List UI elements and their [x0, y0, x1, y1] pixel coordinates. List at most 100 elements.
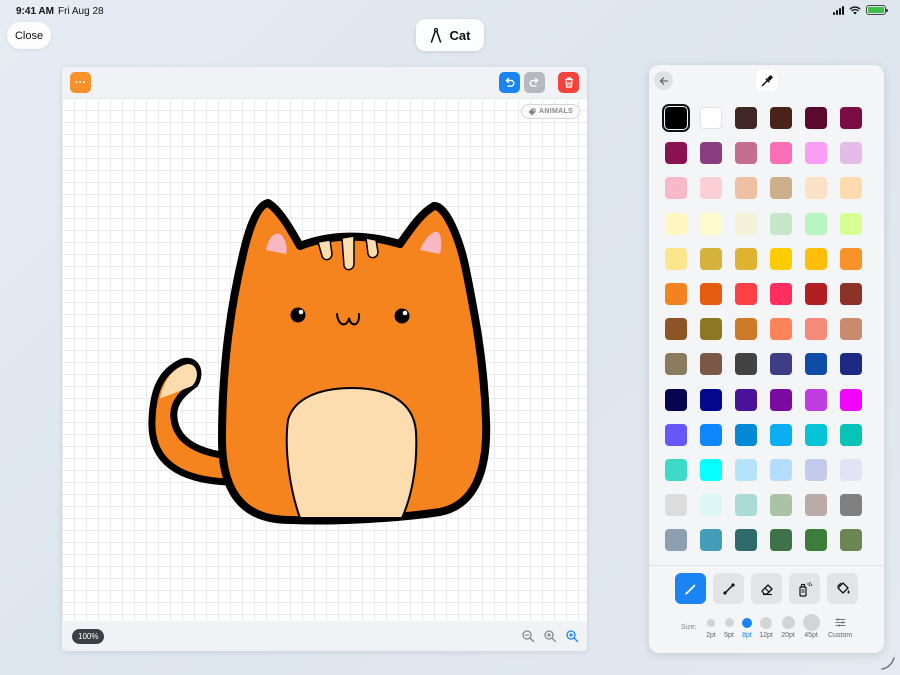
- color-swatch[interactable]: [735, 458, 757, 481]
- color-swatch[interactable]: [735, 494, 757, 517]
- color-swatch[interactable]: [665, 247, 687, 270]
- color-swatch[interactable]: [770, 388, 792, 411]
- pencil-tool-button[interactable]: [675, 573, 706, 604]
- color-swatch[interactable]: [840, 177, 862, 200]
- color-swatch[interactable]: [805, 107, 827, 129]
- color-swatch[interactable]: [770, 423, 792, 446]
- color-swatch[interactable]: [840, 423, 862, 446]
- drawing-title-button[interactable]: Cat: [416, 19, 484, 51]
- color-swatch[interactable]: [665, 494, 687, 517]
- color-swatch[interactable]: [700, 458, 722, 481]
- eraser-tool-button[interactable]: [751, 573, 782, 604]
- color-swatch[interactable]: [770, 458, 792, 481]
- color-swatch[interactable]: [805, 212, 827, 235]
- color-swatch[interactable]: [840, 107, 862, 129]
- size-option-custom[interactable]: Custom: [825, 616, 855, 639]
- color-swatch[interactable]: [665, 318, 687, 341]
- color-swatch[interactable]: [770, 353, 792, 376]
- color-swatch[interactable]: [700, 212, 722, 235]
- zoom-out-icon[interactable]: [521, 629, 535, 643]
- color-swatch[interactable]: [735, 423, 757, 446]
- color-swatch[interactable]: [700, 494, 722, 517]
- color-swatch[interactable]: [770, 529, 792, 552]
- color-swatch[interactable]: [840, 458, 862, 481]
- color-swatch[interactable]: [805, 247, 827, 270]
- color-swatch[interactable]: [770, 494, 792, 517]
- color-swatch[interactable]: [735, 177, 757, 200]
- color-swatch[interactable]: [665, 529, 687, 552]
- color-swatch[interactable]: [700, 318, 722, 341]
- zoom-in-icon[interactable]: [543, 629, 557, 643]
- color-swatch[interactable]: [700, 529, 722, 552]
- color-swatch[interactable]: [770, 282, 792, 305]
- color-swatch[interactable]: [840, 142, 862, 165]
- color-swatch[interactable]: [840, 318, 862, 341]
- color-swatch[interactable]: [700, 353, 722, 376]
- color-swatch[interactable]: [770, 177, 792, 200]
- color-swatch[interactable]: [700, 423, 722, 446]
- color-swatch[interactable]: [805, 423, 827, 446]
- color-swatch[interactable]: [805, 318, 827, 341]
- color-swatch[interactable]: [770, 212, 792, 235]
- color-swatch[interactable]: [665, 458, 687, 481]
- color-swatch[interactable]: [665, 212, 687, 235]
- color-swatch[interactable]: [770, 247, 792, 270]
- zoom-level-badge[interactable]: 100%: [72, 629, 105, 644]
- color-swatch[interactable]: [840, 212, 862, 235]
- color-swatch[interactable]: [840, 247, 862, 270]
- size-option-45pt[interactable]: 45pt: [798, 614, 824, 639]
- color-swatch[interactable]: [662, 104, 690, 132]
- close-button[interactable]: Close: [7, 22, 51, 49]
- size-dot: [802, 614, 820, 631]
- color-swatch[interactable]: [735, 388, 757, 411]
- color-swatch[interactable]: [805, 388, 827, 411]
- color-swatch[interactable]: [665, 388, 687, 411]
- color-swatch[interactable]: [840, 529, 862, 552]
- line-tool-button[interactable]: [713, 573, 744, 604]
- color-swatch[interactable]: [840, 388, 862, 411]
- color-swatch[interactable]: [665, 423, 687, 446]
- color-swatch[interactable]: [805, 142, 827, 165]
- undo-button[interactable]: [499, 72, 520, 93]
- color-swatch[interactable]: [735, 282, 757, 305]
- zoom-fit-icon[interactable]: [565, 629, 579, 643]
- color-swatch[interactable]: [665, 142, 687, 165]
- color-swatch[interactable]: [735, 353, 757, 376]
- color-swatch[interactable]: [735, 107, 757, 129]
- color-swatch[interactable]: [700, 142, 722, 165]
- color-swatch[interactable]: [735, 529, 757, 552]
- color-swatch[interactable]: [665, 177, 687, 200]
- fill-tool-button[interactable]: [827, 573, 858, 604]
- color-swatch[interactable]: [840, 282, 862, 305]
- color-swatch[interactable]: [840, 494, 862, 517]
- color-swatch[interactable]: [735, 142, 757, 165]
- drawing-canvas[interactable]: ANIMALS: [62, 98, 587, 621]
- spray-tool-button[interactable]: [789, 573, 820, 604]
- color-swatch[interactable]: [700, 247, 722, 270]
- category-tag[interactable]: ANIMALS: [521, 104, 580, 119]
- color-swatch[interactable]: [735, 247, 757, 270]
- color-swatch[interactable]: [805, 353, 827, 376]
- color-swatch[interactable]: [770, 107, 792, 129]
- color-swatch[interactable]: [805, 494, 827, 517]
- color-swatch[interactable]: [770, 142, 792, 165]
- color-swatch[interactable]: [735, 318, 757, 341]
- color-swatch[interactable]: [805, 282, 827, 305]
- color-swatch[interactable]: [700, 282, 722, 305]
- more-options-button[interactable]: ···: [70, 72, 91, 93]
- redo-button[interactable]: [524, 72, 545, 93]
- color-swatch[interactable]: [805, 177, 827, 200]
- color-swatch[interactable]: [735, 212, 757, 235]
- eyedropper-button[interactable]: [756, 70, 777, 91]
- color-swatch[interactable]: [665, 353, 687, 376]
- delete-button[interactable]: [558, 72, 579, 93]
- color-swatch[interactable]: [770, 318, 792, 341]
- back-button[interactable]: [654, 71, 673, 90]
- color-swatch[interactable]: [665, 282, 687, 305]
- color-swatch[interactable]: [700, 107, 722, 129]
- color-swatch[interactable]: [700, 177, 722, 200]
- color-swatch[interactable]: [700, 388, 722, 411]
- color-swatch[interactable]: [805, 529, 827, 552]
- color-swatch[interactable]: [840, 353, 862, 376]
- color-swatch[interactable]: [805, 458, 827, 481]
